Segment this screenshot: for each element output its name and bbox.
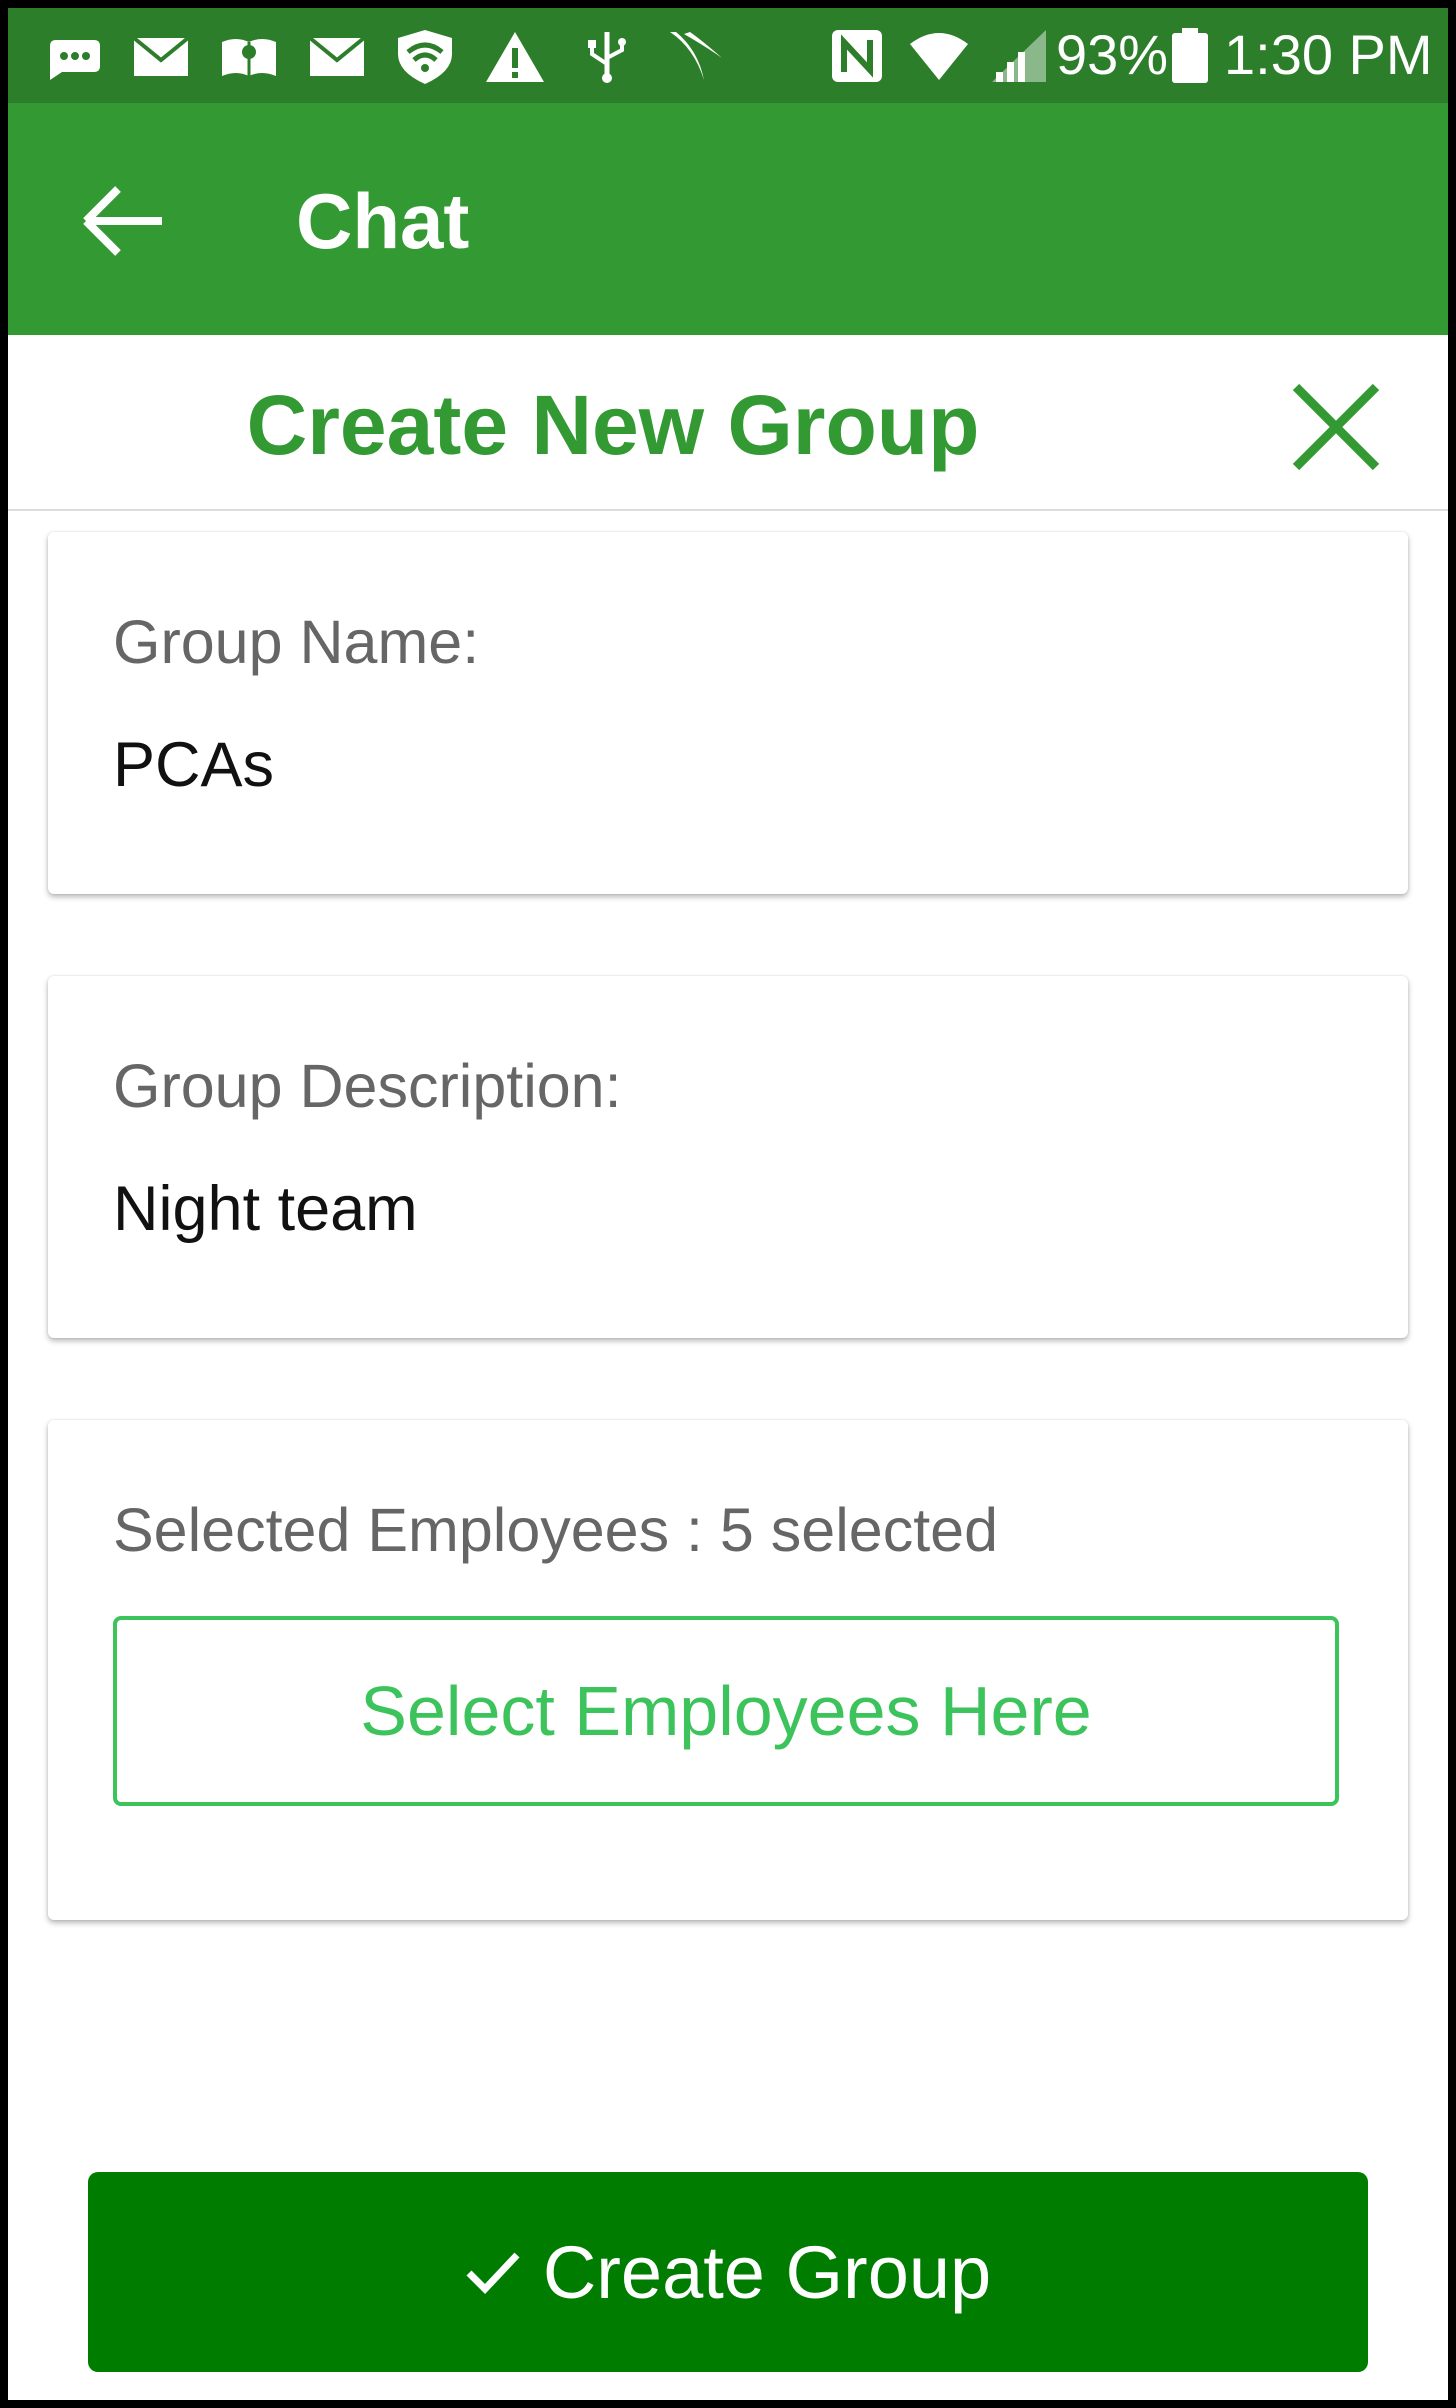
battery-percent: 93%: [1056, 23, 1169, 86]
group-name-label: Group Name:: [113, 608, 480, 676]
usb-icon: [588, 32, 626, 83]
wifi-shield-icon: [398, 30, 452, 84]
app-screen: 93% 1:30 PM Chat Create New Group Group …: [8, 8, 1448, 2400]
group-description-input[interactable]: Night team: [113, 1172, 418, 1246]
amazon-kindle-icon: [222, 39, 276, 76]
dialog-title: Create New Group: [246, 378, 980, 472]
close-icon[interactable]: [1288, 379, 1384, 475]
sprint-icon: [670, 32, 722, 80]
group-name-card: Group Name: PCAs: [48, 532, 1408, 894]
selected-employees-label: Selected Employees : 5 selected: [113, 1496, 999, 1564]
selected-employees-card: Selected Employees : 5 selected Select E…: [48, 1420, 1408, 1920]
app-title: Chat: [296, 177, 470, 265]
battery-icon: [1172, 28, 1208, 83]
create-group-label: Create Group: [542, 2230, 992, 2314]
warning-icon: [486, 32, 544, 82]
group-name-input[interactable]: PCAs: [113, 728, 274, 802]
clock: 1:30 PM: [1224, 23, 1433, 86]
cell-signal-icon: [992, 30, 1046, 82]
arrow-back-icon[interactable]: [76, 181, 176, 261]
wifi-icon: [910, 33, 968, 80]
create-group-button[interactable]: Create Group: [88, 2172, 1368, 2372]
group-description-card: Group Description: Night team: [48, 976, 1408, 1338]
select-employees-button[interactable]: Select Employees Here: [113, 1616, 1339, 1806]
mail-icon: [308, 36, 366, 76]
message-icon: [50, 40, 100, 80]
mail-icon: [132, 36, 190, 76]
group-description-label: Group Description:: [113, 1052, 622, 1120]
dialog-header: Create New Group: [8, 335, 1448, 511]
status-bar: 93% 1:30 PM: [8, 8, 1448, 103]
checkmark-icon: [466, 2252, 520, 2295]
app-bar: Chat: [8, 103, 1448, 335]
nfc-icon: [832, 30, 882, 82]
